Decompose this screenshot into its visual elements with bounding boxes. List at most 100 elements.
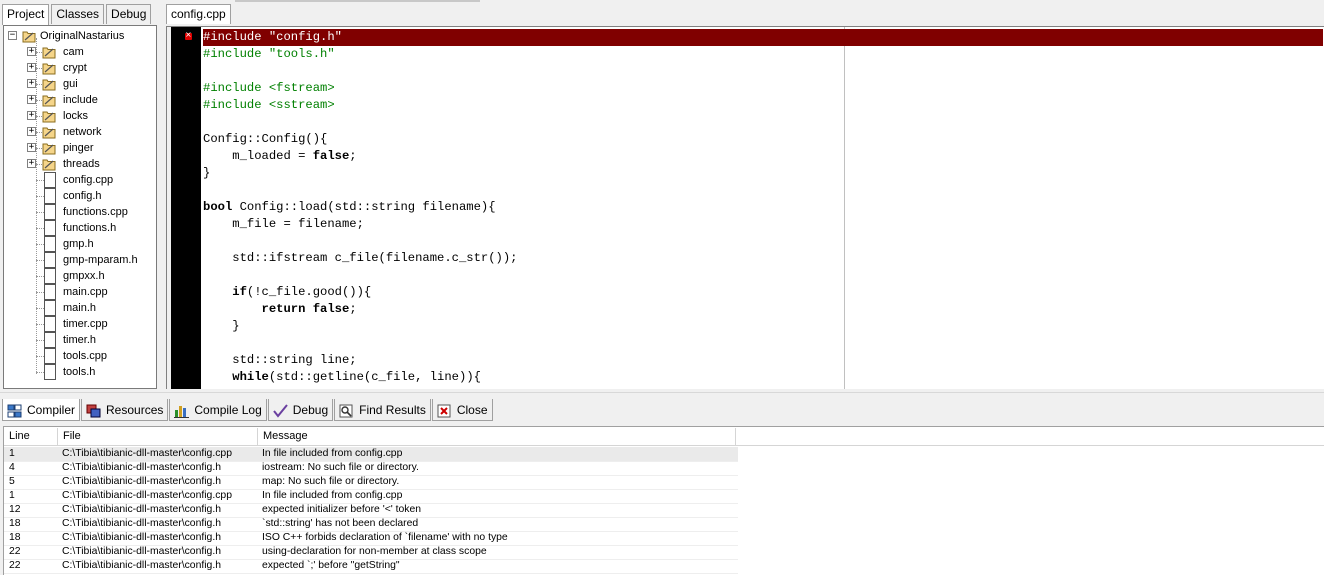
file-icon bbox=[44, 172, 56, 188]
tree-file-main-h[interactable]: main.h bbox=[4, 300, 154, 316]
tree-file-config-h[interactable]: config.h bbox=[4, 188, 154, 204]
tree-file-tools-cpp[interactable]: tools.cpp bbox=[4, 348, 154, 364]
cell-line: 5 bbox=[9, 476, 15, 487]
code-line[interactable]: std::string line; bbox=[203, 352, 1323, 369]
collapse-icon[interactable]: − bbox=[8, 31, 17, 40]
tree-file-label: gmp.h bbox=[63, 238, 94, 250]
column-header-message[interactable]: Message bbox=[258, 428, 736, 445]
code-line[interactable]: m_loaded = false; bbox=[203, 148, 1323, 165]
tab-label: Find Results bbox=[359, 403, 426, 417]
tab-debug[interactable]: Debug bbox=[267, 399, 334, 421]
code-line[interactable]: #include "tools.h" bbox=[203, 46, 1323, 63]
tree-folder-pinger[interactable]: + pinger bbox=[4, 140, 154, 156]
code-line[interactable]: #include <fstream> bbox=[203, 80, 1323, 97]
cell-line: 1 bbox=[9, 490, 15, 501]
compiler-icon bbox=[7, 403, 22, 418]
tree-file-main-cpp[interactable]: main.cpp bbox=[4, 284, 154, 300]
tree-file-gmp-mparam-h[interactable]: gmp-mparam.h bbox=[4, 252, 154, 268]
editor-tab-config-cpp[interactable]: config.cpp bbox=[166, 4, 231, 24]
tab-debug[interactable]: Debug bbox=[106, 4, 152, 24]
tree-folder-include[interactable]: + include bbox=[4, 92, 154, 108]
tree-file-functions-h[interactable]: functions.h bbox=[4, 220, 154, 236]
cell-message: using-declaration for non-member at clas… bbox=[262, 546, 487, 557]
code-line[interactable]: Config::Config(){ bbox=[203, 131, 1323, 148]
code-line[interactable] bbox=[203, 233, 1323, 250]
expand-icon[interactable]: + bbox=[27, 47, 36, 56]
table-row[interactable]: 1 C:\Tibia\tibianic-dll-master\config.cpp… bbox=[4, 489, 1324, 503]
debug-icon bbox=[272, 403, 288, 418]
tab-classes[interactable]: Classes bbox=[51, 4, 105, 24]
tab-compile-log[interactable]: Compile Log bbox=[169, 399, 267, 421]
table-row[interactable]: 22 C:\Tibia\tibianic-dll-master\config.h e… bbox=[4, 559, 1324, 573]
panel-splitter[interactable] bbox=[0, 392, 1324, 396]
tree-folder-label: locks bbox=[63, 110, 89, 122]
table-row[interactable]: 4 C:\Tibia\tibianic-dll-master\config.h io… bbox=[4, 461, 1324, 475]
file-icon bbox=[44, 204, 56, 220]
cell-file: C:\Tibia\tibianic-dll-master\config.h bbox=[62, 560, 221, 571]
tree-folder-cam[interactable]: + cam bbox=[4, 44, 154, 60]
code-line[interactable] bbox=[203, 182, 1323, 199]
tree-file-timer-cpp[interactable]: timer.cpp bbox=[4, 316, 154, 332]
close-icon bbox=[437, 403, 452, 418]
code-line[interactable] bbox=[203, 114, 1323, 131]
expand-icon[interactable]: + bbox=[27, 159, 36, 168]
row-separator bbox=[4, 573, 738, 574]
tab-close[interactable]: Close bbox=[431, 399, 493, 421]
tree-branch bbox=[36, 356, 44, 357]
code-line[interactable] bbox=[203, 267, 1323, 284]
code-line[interactable] bbox=[203, 335, 1323, 352]
tree-branch bbox=[36, 324, 44, 325]
tree-folder-threads[interactable]: + threads bbox=[4, 156, 154, 172]
tree-file-label: gmpxx.h bbox=[63, 270, 105, 282]
code-line[interactable]: std::ifstream c_file(filename.c_str()); bbox=[203, 250, 1323, 267]
expand-icon[interactable]: + bbox=[27, 95, 36, 104]
table-row[interactable]: 1 C:\Tibia\tibianic-dll-master\config.cpp… bbox=[4, 447, 738, 461]
tab-compiler[interactable]: Compiler bbox=[2, 399, 81, 421]
code-line[interactable]: return false; bbox=[203, 301, 1323, 318]
tree-file-config-cpp[interactable]: config.cpp bbox=[4, 172, 154, 188]
code-line[interactable]: } bbox=[203, 165, 1323, 182]
project-tree[interactable]: − OriginalNastarius + cam + crypt + gui + include… bbox=[3, 25, 157, 389]
tab-resources[interactable]: Resources bbox=[81, 399, 169, 421]
code-line[interactable]: if(!c_file.good()){ bbox=[203, 284, 1323, 301]
tree-folder-label: gui bbox=[63, 78, 78, 90]
tree-file-functions-cpp[interactable]: functions.cpp bbox=[4, 204, 154, 220]
code-line[interactable]: while(std::getline(c_file, line)){ bbox=[203, 369, 1323, 386]
tree-file-gmpxx-h[interactable]: gmpxx.h bbox=[4, 268, 154, 284]
bottom-tab-bar: Compiler Resources Compile Log Debug Find Re… bbox=[2, 399, 494, 423]
tree-file-tools-h[interactable]: tools.h bbox=[4, 364, 154, 380]
code-editor[interactable]: #include "config.h"#include "tools.h" #in… bbox=[166, 26, 1324, 389]
code-line-error[interactable]: #include "config.h" bbox=[203, 29, 1323, 46]
column-header-line[interactable]: Line bbox=[4, 428, 58, 445]
table-row[interactable]: 12 C:\Tibia\tibianic-dll-master\config.h e… bbox=[4, 503, 1324, 517]
tab-find-results[interactable]: Find Results bbox=[334, 399, 431, 421]
tree-folder-label: threads bbox=[63, 158, 100, 170]
code-line[interactable]: #include <sstream> bbox=[203, 97, 1323, 114]
folder-icon bbox=[42, 157, 56, 171]
tree-file-timer-h[interactable]: timer.h bbox=[4, 332, 154, 348]
code-line[interactable]: } bbox=[203, 318, 1323, 335]
table-row[interactable]: 18 C:\Tibia\tibianic-dll-master\config.h I… bbox=[4, 531, 1324, 545]
expand-icon[interactable]: + bbox=[27, 127, 36, 136]
code-line[interactable]: m_file = filename; bbox=[203, 216, 1323, 233]
tab-project[interactable]: Project bbox=[2, 4, 50, 25]
tree-folder-network[interactable]: + network bbox=[4, 124, 154, 140]
tree-folder-locks[interactable]: + locks bbox=[4, 108, 154, 124]
tab-label: Compile Log bbox=[194, 403, 262, 417]
expand-icon[interactable]: + bbox=[27, 79, 36, 88]
resources-icon bbox=[86, 403, 101, 418]
table-row[interactable]: 22 C:\Tibia\tibianic-dll-master\config.h u… bbox=[4, 545, 1324, 559]
code-line[interactable]: bool Config::load(std::string filename){ bbox=[203, 199, 1323, 216]
expand-icon[interactable]: + bbox=[27, 143, 36, 152]
file-icon bbox=[44, 316, 56, 332]
expand-icon[interactable]: + bbox=[27, 111, 36, 120]
tree-folder-gui[interactable]: + gui bbox=[4, 76, 154, 92]
column-header-file[interactable]: File bbox=[58, 428, 258, 445]
table-row[interactable]: 5 C:\Tibia\tibianic-dll-master\config.h ma… bbox=[4, 475, 1324, 489]
tree-root-project[interactable]: − OriginalNastarius bbox=[4, 28, 154, 44]
code-line[interactable] bbox=[203, 63, 1323, 80]
table-row[interactable]: 18 C:\Tibia\tibianic-dll-master\config.h `… bbox=[4, 517, 1324, 531]
expand-icon[interactable]: + bbox=[27, 63, 36, 72]
tree-file-gmp-h[interactable]: gmp.h bbox=[4, 236, 154, 252]
tree-folder-crypt[interactable]: + crypt bbox=[4, 60, 154, 76]
